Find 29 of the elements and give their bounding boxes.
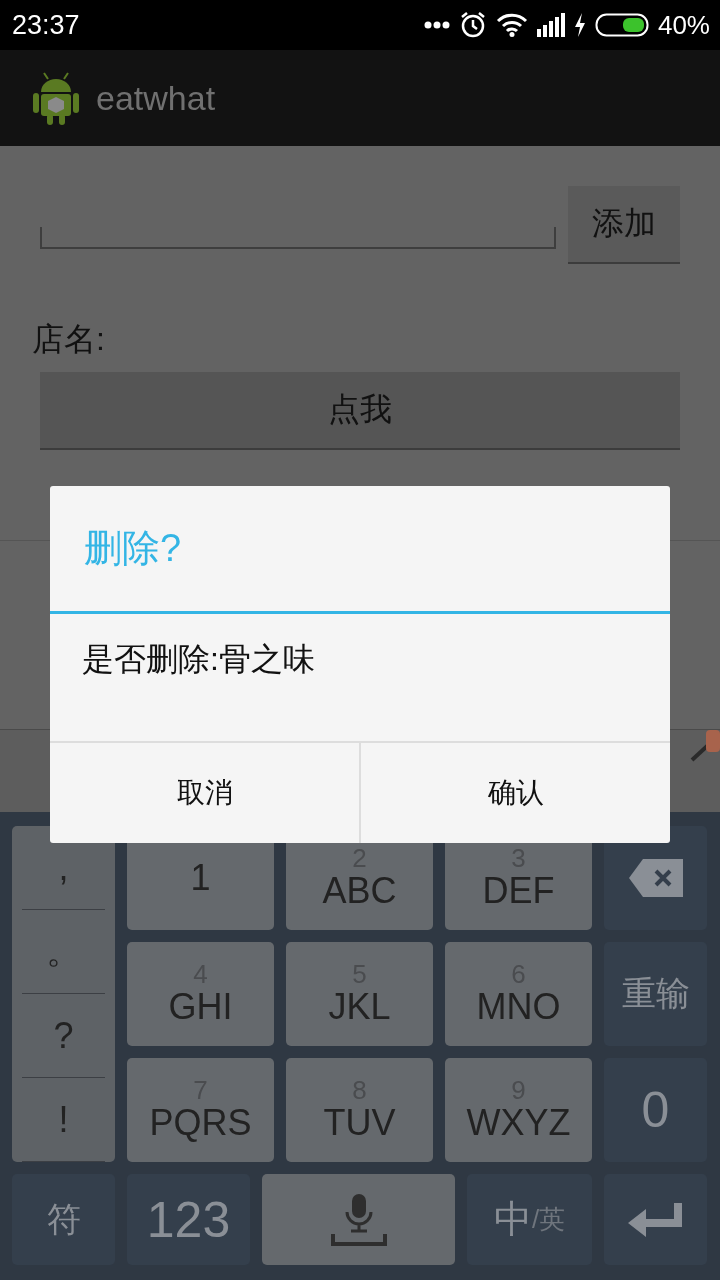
voice-key[interactable]	[262, 1174, 455, 1265]
more-icon	[423, 21, 450, 29]
backspace-icon	[628, 859, 683, 897]
symbols-key[interactable]: 符	[12, 1174, 115, 1265]
text-input-field[interactable]	[40, 227, 556, 249]
enter-icon	[627, 1202, 684, 1237]
enter-key[interactable]	[604, 1174, 707, 1265]
store-name-label: 店名:	[32, 320, 106, 359]
dialog-title: 删除?	[84, 526, 182, 571]
dialog-button[interactable]: 确认	[359, 743, 670, 843]
symbol-key[interactable]: !	[22, 1078, 105, 1162]
app-title: eatwhat	[96, 78, 216, 118]
add-button[interactable]: 添加	[568, 186, 680, 264]
wifi-icon	[495, 13, 528, 37]
click-button[interactable]: 点我	[40, 372, 680, 450]
symbol-key[interactable]: 。	[22, 910, 105, 994]
numbers-key[interactable]: 123	[127, 1174, 250, 1265]
android-robot-icon	[32, 70, 80, 126]
status-time: 23:37	[12, 9, 80, 41]
battery-icon	[594, 13, 649, 37]
symbol-key[interactable]: ?	[22, 994, 105, 1078]
microphone-icon	[330, 1193, 387, 1246]
reset-key[interactable]: 重输	[604, 942, 707, 1046]
language-key[interactable]: 中/英	[467, 1174, 592, 1265]
charging-icon	[573, 13, 586, 37]
zero-key[interactable]: 0	[604, 1058, 707, 1162]
signal-icon	[536, 13, 565, 37]
dialog-message: 是否删除:骨之味	[82, 641, 315, 677]
battery-percent: 40%	[657, 9, 710, 41]
